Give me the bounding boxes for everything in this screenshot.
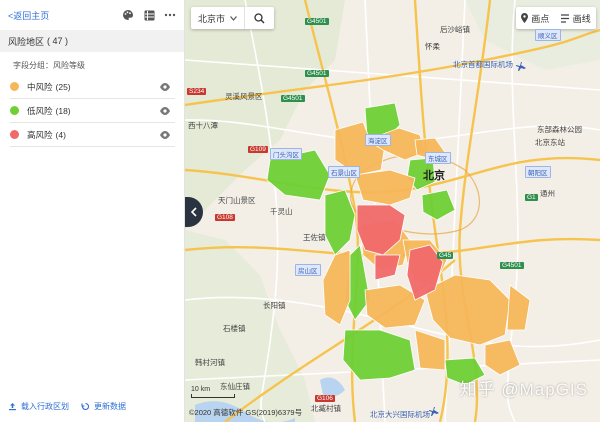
side-panel: <返回主页 风险地区 ( 47 ) 字段分组：风险等级 中风险 (25) 低风险… bbox=[0, 0, 185, 422]
map-label-changyang: 长阳镇 bbox=[263, 301, 286, 310]
legend-count: (25) bbox=[55, 81, 71, 92]
legend-item-high[interactable]: 高风险 (4) bbox=[10, 123, 175, 147]
legend-item-low[interactable]: 低风险 (18) bbox=[10, 99, 175, 123]
legend-count: (4) bbox=[55, 129, 66, 140]
road-shield: S234 bbox=[187, 88, 207, 95]
map-label-beizang: 北臧村镇 bbox=[311, 404, 341, 413]
layer-title: 风险地区 bbox=[8, 36, 45, 47]
map-label-huairou: 怀柔 bbox=[425, 42, 440, 51]
map-copyright: ©2020 高德软件 GS(2019)6379号 bbox=[189, 408, 303, 417]
panel-tools bbox=[122, 9, 176, 21]
back-home-link[interactable]: <返回主页 bbox=[8, 9, 49, 22]
district-label-haidian: 海淀区 bbox=[365, 134, 391, 146]
eye-icon[interactable] bbox=[159, 82, 171, 92]
map-label-tianmen: 天门山景区 bbox=[218, 196, 256, 205]
map-label-beijing: 北京 bbox=[423, 170, 445, 182]
legend-label: 高风险 bbox=[27, 129, 53, 140]
map-view[interactable]: 北京市 画点 画线 北京 灵溪风景区 西十八潭 天门山景区 千灵山 北京首都国际… bbox=[185, 0, 600, 422]
legend-count: (18) bbox=[55, 105, 71, 116]
layer-count: ( 47 ) bbox=[47, 36, 69, 46]
road-shield: G45 bbox=[437, 252, 454, 259]
city-name: 北京市 bbox=[198, 13, 226, 24]
map-label-shibadeng: 西十八潭 bbox=[188, 121, 218, 130]
medium-risk-swatch bbox=[10, 82, 19, 91]
road-shield: G4501 bbox=[305, 70, 329, 77]
map-label-tongzhou: 通州 bbox=[540, 189, 555, 198]
map-label-airport: 北京首都国际机场 bbox=[453, 60, 513, 69]
map-canvas[interactable] bbox=[185, 0, 600, 422]
chevron-left-icon bbox=[191, 207, 197, 217]
import-districts-button[interactable]: 载入行政区划 bbox=[8, 401, 69, 412]
refresh-icon bbox=[81, 402, 90, 411]
city-dropdown[interactable]: 北京市 bbox=[191, 7, 245, 29]
upload-icon bbox=[9, 403, 16, 411]
refresh-data-label: 更新数据 bbox=[94, 402, 126, 411]
scale-bar: 10 km bbox=[191, 386, 235, 398]
refresh-data-button[interactable]: 更新数据 bbox=[81, 401, 126, 412]
district-label-mentougou: 门头沟区 bbox=[270, 148, 302, 160]
low-risk-swatch bbox=[10, 106, 19, 115]
panel-toolbar: <返回主页 bbox=[0, 0, 184, 30]
polyline-icon bbox=[560, 13, 569, 23]
eye-icon[interactable] bbox=[159, 106, 171, 116]
draw-line-label: 画线 bbox=[572, 13, 591, 24]
chevron-down-icon bbox=[230, 15, 237, 21]
legend-item-medium[interactable]: 中风险 (25) bbox=[10, 75, 175, 99]
district-label-fangshan: 房山区 bbox=[295, 264, 321, 276]
draw-line-button[interactable]: 画线 bbox=[560, 12, 591, 25]
watermark: 知乎 @MapGIS bbox=[459, 380, 588, 399]
road-shield: G109 bbox=[248, 146, 268, 153]
location-pin-icon bbox=[521, 13, 529, 23]
more-icon[interactable] bbox=[164, 9, 176, 21]
scale-label: 10 km bbox=[191, 386, 211, 393]
map-label-qianling: 千灵山 bbox=[270, 207, 293, 216]
draw-point-button[interactable]: 画点 bbox=[521, 12, 549, 25]
draw-toolbar: 画点 画线 bbox=[516, 7, 596, 29]
search-button[interactable] bbox=[245, 7, 274, 29]
road-shield: G106 bbox=[315, 395, 335, 402]
group-field-label: 字段分组：风险等级 bbox=[13, 61, 85, 70]
scale-line bbox=[191, 394, 235, 398]
map-label-daxing: 北京大兴国际机场 bbox=[370, 410, 430, 419]
palette-icon[interactable] bbox=[122, 9, 134, 21]
district-label-shijingshan: 石景山区 bbox=[328, 166, 360, 178]
map-label-hancun: 韩村河镇 bbox=[195, 358, 225, 367]
map-label-lingshan: 灵溪风景区 bbox=[225, 92, 263, 101]
map-label-houshayu: 后沙峪镇 bbox=[440, 25, 470, 34]
district-label-dongcheng: 东城区 bbox=[425, 152, 451, 164]
road-shield: G4501 bbox=[281, 95, 305, 102]
road-shield: G4501 bbox=[305, 18, 329, 25]
legend-label: 低风险 bbox=[27, 105, 53, 116]
map-label-shilou: 石楼镇 bbox=[223, 324, 246, 333]
draw-point-label: 画点 bbox=[531, 13, 550, 24]
high-risk-swatch bbox=[10, 130, 19, 139]
layer-section-header[interactable]: 风险地区 ( 47 ) bbox=[0, 30, 184, 52]
district-label-shunyi: 顺义区 bbox=[535, 29, 561, 41]
panel-actions: 载入行政区划 更新数据 bbox=[0, 401, 185, 412]
legend-label: 中风险 bbox=[27, 81, 53, 92]
road-shield: G1 bbox=[525, 194, 538, 201]
search-icon bbox=[254, 12, 265, 23]
eye-icon[interactable] bbox=[159, 130, 171, 140]
map-label-wangzuo: 王佐镇 bbox=[303, 233, 326, 242]
district-label-chaoyang: 朝阳区 bbox=[525, 166, 551, 178]
road-shield: G4501 bbox=[500, 262, 524, 269]
map-label-dongba: 东部森林公园 bbox=[537, 125, 582, 134]
city-search-bar: 北京市 bbox=[191, 7, 274, 29]
map-label-beijing-east: 北京东站 bbox=[535, 138, 565, 147]
road-shield: G108 bbox=[215, 214, 235, 221]
import-districts-label: 载入行政区划 bbox=[21, 402, 69, 411]
table-icon[interactable] bbox=[143, 9, 155, 21]
